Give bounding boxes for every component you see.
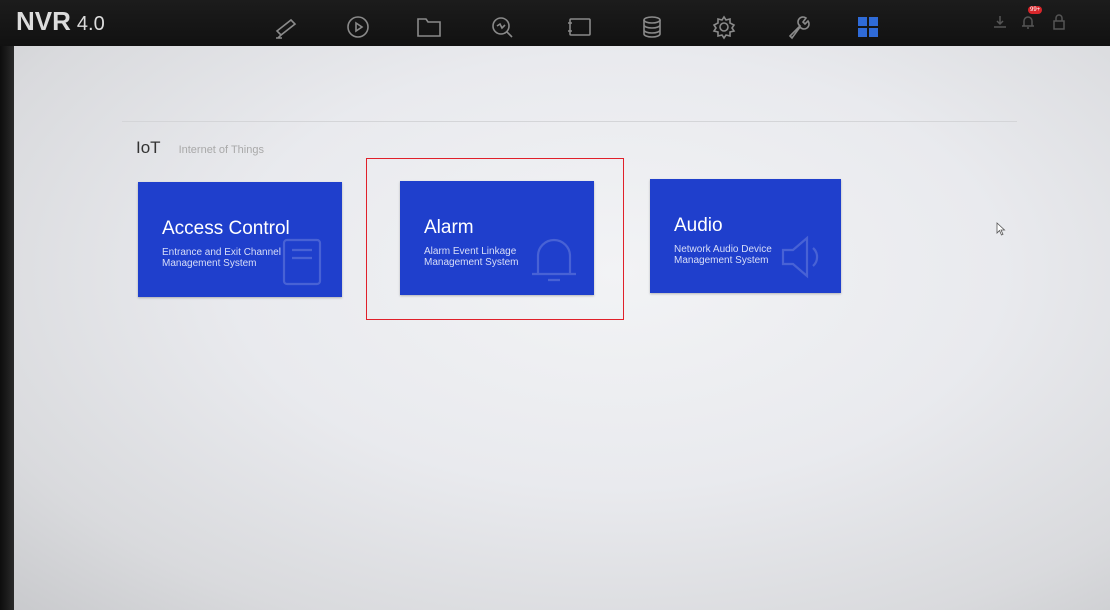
tile-audio[interactable]: Audio Network Audio Device Management Sy… (650, 179, 841, 293)
section-divider (122, 121, 1017, 122)
playback-icon[interactable] (342, 12, 374, 42)
settings-icon[interactable] (708, 12, 740, 42)
section-header: IoT Internet of Things (136, 138, 264, 158)
brand-name: NVR (16, 6, 71, 36)
camera-icon[interactable] (270, 12, 302, 42)
tile-title: Access Control (162, 218, 290, 239)
apps-grid-icon[interactable] (852, 12, 884, 42)
channel-icon[interactable] (564, 12, 596, 42)
mouse-cursor-icon (996, 222, 1006, 241)
folder-icon[interactable] (413, 12, 445, 42)
storage-icon[interactable] (636, 12, 668, 42)
lock-icon[interactable] (1052, 14, 1066, 35)
tile-access-control[interactable]: Access Control Entrance and Exit Channel… (138, 182, 342, 297)
download-icon[interactable] (992, 14, 1008, 35)
brand-version: 4.0 (76, 13, 105, 35)
notification-badge: 99+ (1028, 6, 1043, 14)
tile-title: Audio (674, 215, 723, 236)
speaker-icon (777, 230, 827, 289)
highlight-box (366, 158, 624, 320)
section-title: IoT (136, 138, 161, 157)
top-bar: NVR 4.0 99+ (0, 0, 1110, 46)
screen-bezel (0, 0, 14, 610)
access-card-icon (278, 236, 328, 293)
maintenance-icon[interactable] (782, 12, 814, 42)
search-analysis-icon[interactable] (487, 12, 519, 42)
section-subtitle: Internet of Things (178, 144, 264, 156)
notification-icon[interactable]: 99+ (1020, 6, 1043, 35)
brand-logo: NVR 4.0 (16, 6, 105, 40)
iot-page: IoT Internet of Things Access Control En… (14, 46, 1110, 610)
